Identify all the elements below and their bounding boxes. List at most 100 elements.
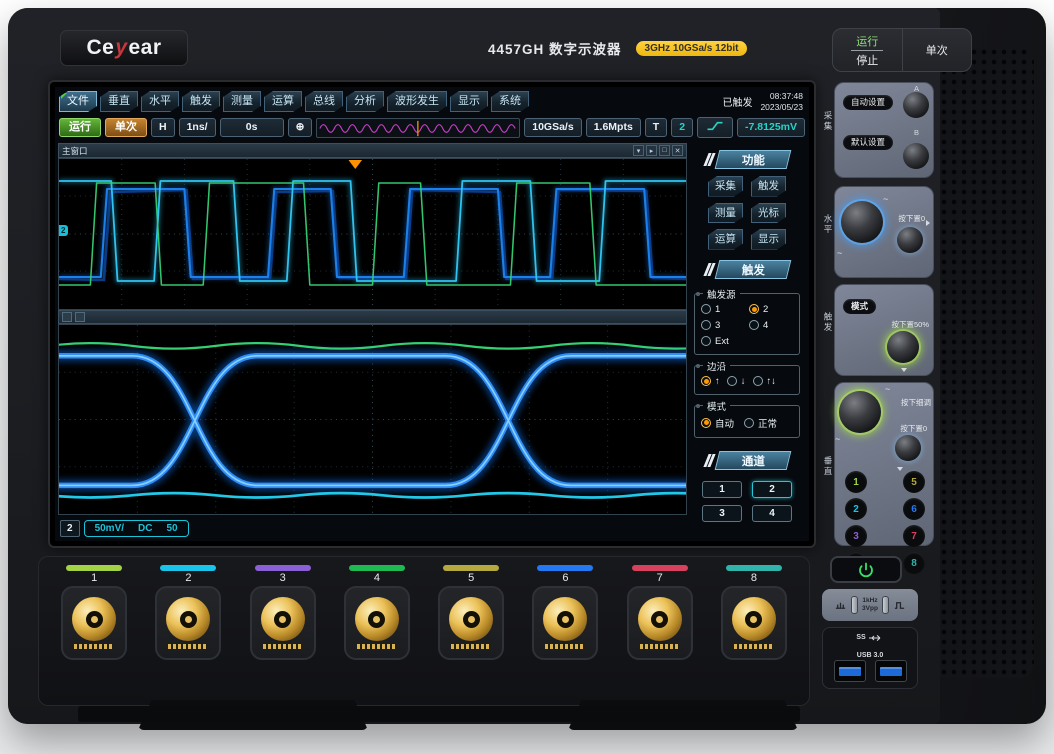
fn-trigger-button[interactable]: 触发 xyxy=(751,176,786,197)
trigger-source-box[interactable]: 2 xyxy=(671,118,693,137)
probe-comp-terminal[interactable]: 1kHz 3Vpp xyxy=(822,589,918,621)
window-minimize-icon[interactable]: ▾ xyxy=(633,145,644,156)
wave-mark-icon: ~ xyxy=(885,385,890,394)
autoset-button[interactable]: 自动设置 xyxy=(843,95,893,110)
trigger-t-box[interactable]: T xyxy=(645,118,667,137)
single-button[interactable]: 单次 xyxy=(902,29,972,71)
horizontal-position-knob[interactable] xyxy=(897,227,923,253)
channel-scale-box[interactable]: 50mV/ DC 50 xyxy=(84,520,189,537)
window-maximize-icon[interactable]: □ xyxy=(659,145,670,156)
menu-wavegen[interactable]: 波形发生 xyxy=(387,91,447,112)
channel-number-box[interactable]: 2 xyxy=(60,520,80,537)
screen-ch2-button[interactable]: 2 xyxy=(752,481,792,498)
mode-normal-radio[interactable]: 正常 xyxy=(744,416,777,430)
bnc-channel-4[interactable]: 4 xyxy=(335,563,419,660)
menu-horizontal[interactable]: 水平 xyxy=(141,91,179,112)
menu-trigger[interactable]: 触发 xyxy=(182,91,220,112)
panel-ch6-button[interactable]: 6 xyxy=(903,498,925,520)
trigger-header-button[interactable]: 触发 xyxy=(714,260,791,279)
zoom-icon[interactable]: ⊕ xyxy=(288,118,313,137)
eye-diagram-window[interactable] xyxy=(58,324,687,515)
source-1-radio[interactable]: 1 xyxy=(701,304,745,315)
knob-b[interactable] xyxy=(903,143,929,169)
mode-label: 模式 xyxy=(703,399,730,413)
window-close-icon[interactable]: ✕ xyxy=(672,145,683,156)
source-ext-radio[interactable]: Ext xyxy=(701,336,745,347)
mode-auto-radio[interactable]: 自动 xyxy=(701,416,734,430)
screen-ch3-button[interactable]: 3 xyxy=(702,505,742,522)
bnc-channel-8[interactable]: 8 xyxy=(712,563,796,660)
function-header-button[interactable]: 功能 xyxy=(714,150,791,169)
fn-acquire-button[interactable]: 采集 xyxy=(708,176,743,197)
horizontal-panel: 水平 ~ ~ 按下置0 xyxy=(834,186,934,278)
panel-ch7-button[interactable]: 7 xyxy=(903,525,925,547)
contact-pads xyxy=(357,644,397,649)
offset-box[interactable]: 0s xyxy=(220,118,284,137)
waveform-preview-strip[interactable] xyxy=(316,118,520,138)
bnc-channel-7[interactable]: 7 xyxy=(618,563,702,660)
menu-vertical[interactable]: 垂直 xyxy=(100,91,138,112)
bnc-connector-icon xyxy=(543,597,587,641)
run-stop-button[interactable]: 运行 停止 xyxy=(833,29,902,71)
channel-header-button[interactable]: 通道 xyxy=(714,451,791,470)
menu-display[interactable]: 显示 xyxy=(450,91,488,112)
bnc-channel-3[interactable]: 3 xyxy=(241,563,325,660)
eye-window-icon[interactable] xyxy=(62,312,72,322)
bnc-housing xyxy=(721,586,787,660)
usb-port-2[interactable] xyxy=(875,660,907,682)
horizontal-scale-knob[interactable] xyxy=(841,201,883,243)
menu-system[interactable]: 系统 xyxy=(491,91,529,112)
trigger-position-marker[interactable] xyxy=(348,160,362,169)
edge-both-radio[interactable]: ↑↓ xyxy=(753,376,777,387)
source-2-radio[interactable]: 2 xyxy=(749,304,793,315)
fn-cursor-button[interactable]: 光标 xyxy=(751,203,786,224)
timebase-box[interactable]: 1ns/ xyxy=(179,118,216,137)
bnc-channel-2[interactable]: 2 xyxy=(146,563,230,660)
vertical-scale-knob[interactable] xyxy=(839,391,881,433)
edge-falling-radio[interactable]: ↓ xyxy=(727,376,746,387)
panel-ch5-button[interactable]: 5 xyxy=(903,471,925,493)
single-indicator-button[interactable]: 单次 xyxy=(105,118,147,137)
bnc-channel-5[interactable]: 5 xyxy=(429,563,513,660)
trigger-slope-icon[interactable] xyxy=(697,117,733,138)
menu-file[interactable]: 文件 xyxy=(59,91,97,112)
menu-math[interactable]: 运算 xyxy=(264,91,302,112)
fn-display-button[interactable]: 显示 xyxy=(751,229,786,250)
edge-rising-radio[interactable]: ↑ xyxy=(701,376,720,387)
bnc-channel-6[interactable]: 6 xyxy=(523,563,607,660)
usb-port-1[interactable] xyxy=(834,660,866,682)
fn-math-button[interactable]: 运算 xyxy=(708,229,743,250)
source-4-radio[interactable]: 4 xyxy=(749,320,793,331)
run-label: 运行 xyxy=(851,33,883,51)
panel-ch2-button[interactable]: 2 xyxy=(845,498,867,520)
main-waveform-window[interactable]: 2 xyxy=(58,158,687,310)
run-indicator-button[interactable]: 运行 xyxy=(59,118,101,137)
device-base xyxy=(78,706,800,722)
menu-bus[interactable]: 总线 xyxy=(305,91,343,112)
fn-measure-button[interactable]: 测量 xyxy=(708,203,743,224)
trigger-mode-button[interactable]: 模式 xyxy=(843,299,876,314)
screen-ch1-button[interactable]: 1 xyxy=(702,481,742,498)
screen-ch4-button[interactable]: 4 xyxy=(752,505,792,522)
memory-depth-box[interactable]: 1.6Mpts xyxy=(586,118,641,137)
eye-window-icon[interactable] xyxy=(75,312,85,322)
panel-ch3-button[interactable]: 3 xyxy=(845,525,867,547)
knob-a[interactable] xyxy=(903,92,929,118)
panel-ch1-button[interactable]: 1 xyxy=(845,471,867,493)
source-3-radio[interactable]: 3 xyxy=(701,320,745,331)
channel-2-marker[interactable]: 2 xyxy=(59,225,68,236)
menu-analysis[interactable]: 分析 xyxy=(346,91,384,112)
power-button[interactable] xyxy=(830,556,902,583)
horizontal-h-button[interactable]: H xyxy=(151,118,175,137)
menu-measure[interactable]: 测量 xyxy=(223,91,261,112)
trigger-level-box[interactable]: -7.8125mV xyxy=(737,118,805,137)
window-popout-icon[interactable]: ▸ xyxy=(646,145,657,156)
impedance: 50 xyxy=(166,523,177,534)
channel-color-strip xyxy=(255,565,311,571)
defaultset-button[interactable]: 默认设置 xyxy=(843,135,893,150)
vertical-position-knob[interactable] xyxy=(895,435,921,461)
sample-rate-box[interactable]: 10GSa/s xyxy=(524,118,581,137)
probe-freq: 1kHz xyxy=(862,597,877,605)
trigger-level-knob[interactable] xyxy=(887,331,919,363)
bnc-channel-1[interactable]: 1 xyxy=(52,563,136,660)
